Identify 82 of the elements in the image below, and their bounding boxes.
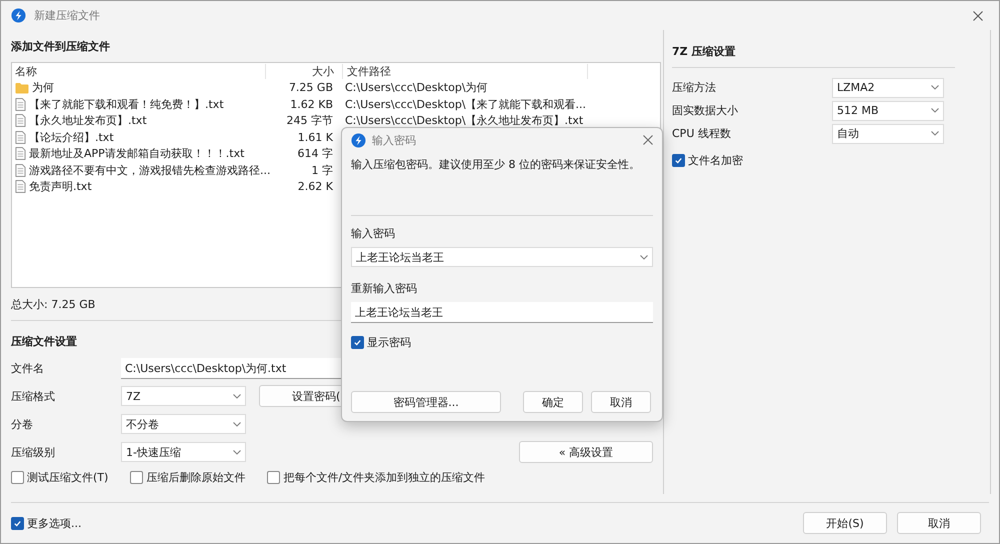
document-icon — [15, 130, 26, 144]
checkbox-label: 把每个文件/文件夹添加到独立的压缩文件 — [283, 470, 486, 485]
document-icon — [15, 114, 26, 128]
dialog-title: 输入密码 — [372, 132, 416, 148]
close-icon[interactable] — [973, 10, 983, 20]
field-label: 重新输入密码 — [351, 281, 418, 296]
file-size: 7.25 GB — [288, 81, 333, 94]
field-label: 固实数据大小 — [672, 103, 738, 118]
checkbox-label: 显示密码 — [367, 335, 411, 350]
checkbox-label: 测试压缩文件(T) — [27, 470, 108, 485]
dropdown[interactable]: 不分卷 — [121, 414, 246, 434]
file-name: 【永久地址发布页】.txt — [29, 113, 147, 128]
dialog-message: 输入压缩包密码。建议使用至少 8 位的密码来保证安全性。 — [351, 157, 641, 173]
app-logo-icon — [351, 132, 366, 148]
field-label: 分卷 — [11, 416, 34, 432]
document-icon — [15, 180, 26, 194]
file-path: C:\Users\ccc\Desktop\【永久地址发布页】.txt — [345, 114, 584, 128]
file-size: 1.62 KB — [290, 98, 333, 111]
field-label: CPU 线程数 — [672, 126, 731, 141]
section-heading: 添加文件到压缩文件 — [11, 39, 110, 54]
section-heading: 压缩文件设置 — [11, 334, 77, 349]
checkbox-label: 文件名加密 — [688, 153, 743, 168]
dropdown[interactable]: 1-快速压缩 — [121, 442, 246, 462]
password-field[interactable]: 上老王论坛当老王 — [351, 247, 653, 267]
file-path: C:\Users\ccc\Desktop\为何 — [345, 81, 488, 94]
checkmark-icon — [674, 156, 683, 165]
file-name: 最新地址及APP请发邮箱自动获取！！！.txt — [29, 146, 244, 162]
section-heading: 7Z 压缩设置 — [672, 44, 736, 59]
file-size: 1.61 K — [298, 130, 333, 144]
document-icon — [15, 164, 26, 177]
checkbox[interactable] — [351, 336, 364, 349]
field-label: 压缩格式 — [11, 388, 56, 404]
dropdown[interactable]: 自动 — [832, 124, 944, 144]
document-icon — [15, 98, 26, 111]
checkmark-icon — [353, 338, 362, 347]
column-header[interactable]: 文件路径 — [343, 64, 588, 79]
dropdown[interactable]: 7Z — [121, 386, 246, 406]
field-label: 输入密码 — [351, 226, 396, 241]
caret-icon — [931, 131, 939, 136]
file-name: 游戏路径不要有中文，游戏报错先检查游戏路径... — [29, 162, 270, 178]
dialog-button[interactable]: 开始(S) — [803, 512, 887, 534]
file-size: 2.62 K — [298, 180, 333, 194]
dialog-button[interactable]: 取消 — [897, 512, 981, 534]
checkbox[interactable] — [11, 516, 24, 530]
checkbox[interactable] — [672, 154, 685, 167]
caret-icon — [931, 108, 939, 113]
dialog-button[interactable]: 密码管理器... — [351, 391, 501, 413]
app-logo-icon — [11, 8, 26, 23]
file-size: 1 字 — [312, 164, 333, 177]
confirm-password-field[interactable]: 上老王论坛当老王 — [351, 302, 653, 323]
checkbox[interactable] — [11, 471, 24, 484]
dropdown[interactable]: 512 MB — [832, 100, 944, 120]
column-header[interactable]: 大小 — [266, 64, 343, 79]
caret-icon — [233, 422, 241, 426]
file-name: 【论坛介绍】.txt — [29, 130, 114, 145]
caret-icon — [233, 394, 241, 398]
column-header[interactable]: 名称 — [12, 64, 266, 79]
folder-icon — [15, 82, 29, 94]
checkbox-label: 更多选项... — [27, 516, 82, 530]
dialog-button[interactable]: 确定 — [523, 391, 583, 413]
dialog-button[interactable]: 取消 — [591, 391, 651, 413]
dropdown[interactable]: LZMA2 — [832, 78, 944, 98]
caret-icon — [640, 254, 648, 260]
file-name: 免责声明.txt — [29, 179, 92, 194]
caret-icon — [233, 450, 241, 454]
document-icon — [15, 147, 26, 160]
window-title: 新建压缩文件 — [34, 8, 100, 23]
file-name: 为何 — [32, 80, 54, 96]
close-icon[interactable] — [643, 135, 653, 145]
file-name: 【来了就能下载和观看！纯免费！】.txt — [29, 96, 224, 112]
field-label: 压缩方法 — [672, 80, 716, 95]
file-size: 245 字节 — [286, 114, 333, 128]
advanced-settings-button[interactable]: « 高级设置 — [519, 441, 653, 463]
field-label: 文件名 — [11, 360, 45, 376]
caret-icon — [931, 85, 939, 90]
checkbox-label: 压缩后删除原始文件 — [146, 470, 246, 485]
checkbox[interactable] — [267, 471, 280, 484]
file-path: C:\Users\ccc\Desktop\【来了就能下载和观看... — [345, 98, 585, 111]
checkmark-icon — [13, 518, 22, 528]
checkbox[interactable] — [130, 471, 144, 484]
field-label: 压缩级别 — [11, 444, 56, 460]
file-size: 614 字 — [298, 147, 333, 160]
